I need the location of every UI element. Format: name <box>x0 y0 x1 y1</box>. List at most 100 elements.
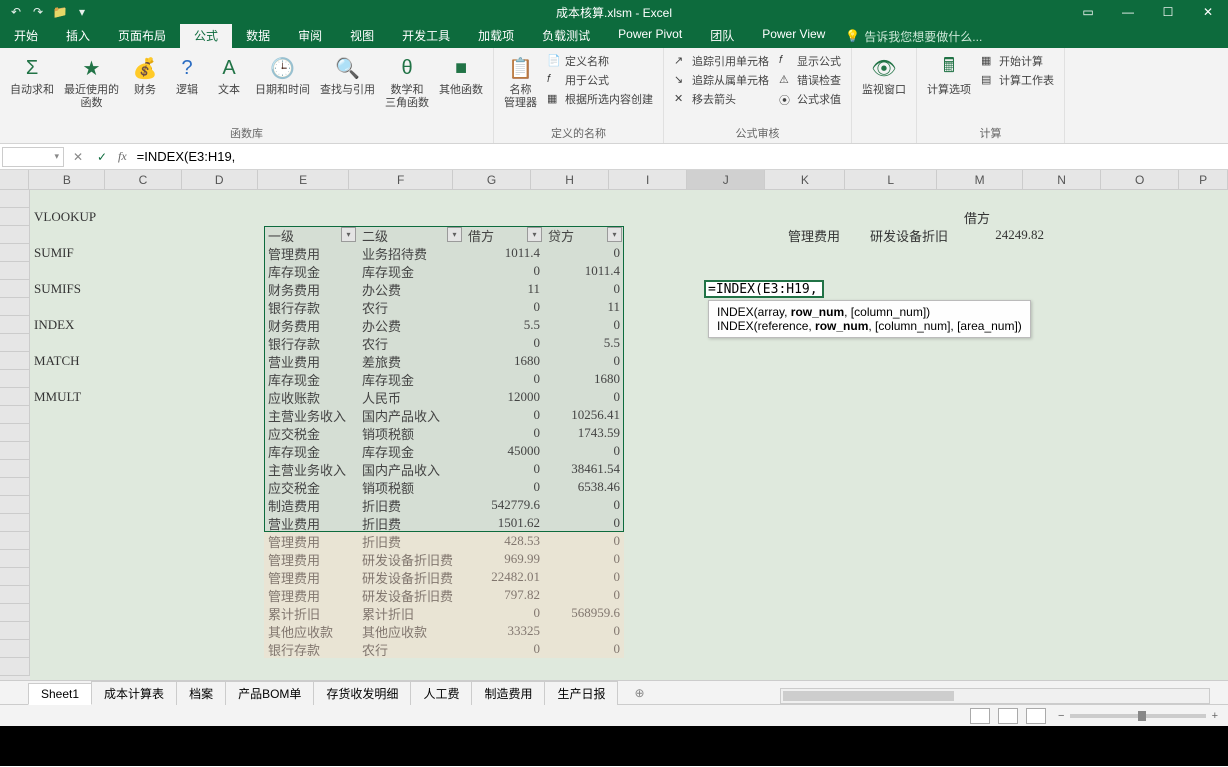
cell[interactable]: 0 <box>464 478 544 496</box>
sheet-tab[interactable]: 制造费用 <box>471 681 545 705</box>
cell[interactable]: 研发设备折旧费 <box>358 550 464 568</box>
cell[interactable]: 研发设备折旧 <box>866 226 960 244</box>
cell[interactable]: 11 <box>464 280 544 298</box>
logical-button[interactable]: ?逻辑 <box>167 52 207 99</box>
cell[interactable]: 33325 <box>464 622 544 640</box>
text-button[interactable]: A文本 <box>209 52 249 99</box>
column-header[interactable]: P <box>1179 170 1228 189</box>
calc-sheet-button[interactable]: ▤计算工作表 <box>977 71 1058 89</box>
cell[interactable]: 应收账款 <box>264 388 358 406</box>
close-button[interactable]: ✕ <box>1188 0 1228 24</box>
column-header[interactable]: O <box>1101 170 1179 189</box>
cell[interactable]: 0 <box>544 280 624 298</box>
cell[interactable]: 0 <box>544 586 624 604</box>
cell[interactable]: 0 <box>464 298 544 316</box>
cell[interactable]: 0 <box>544 316 624 334</box>
cell[interactable]: 1501.62 <box>464 514 544 532</box>
column-header[interactable]: N <box>1023 170 1101 189</box>
cell[interactable]: 0 <box>544 244 624 262</box>
cell[interactable]: 人民币 <box>358 388 464 406</box>
trace-dependents-button[interactable]: ↘追踪从属单元格 <box>670 71 773 89</box>
maximize-button[interactable]: ☐ <box>1148 0 1188 24</box>
add-sheet-button[interactable]: ⊕ <box>627 681 651 705</box>
cell[interactable]: 6538.46 <box>544 478 624 496</box>
tell-me-search[interactable]: 💡告诉我您想要做什么... <box>845 24 982 48</box>
cell[interactable]: 销项税额 <box>358 478 464 496</box>
autosum-button[interactable]: Σ自动求和 <box>6 52 58 99</box>
ribbon-tab[interactable]: 团队 <box>696 24 748 48</box>
column-header[interactable]: C <box>105 170 181 189</box>
row-header[interactable] <box>0 190 30 208</box>
create-from-selection-button[interactable]: ▦根据所选内容创建 <box>543 90 657 108</box>
cells-area[interactable]: VLOOKUPSUMIFSUMIFSINDEXMATCHMMULT管理费用研发设… <box>30 190 1228 680</box>
cell[interactable]: 45000 <box>464 442 544 460</box>
cell[interactable]: 农行 <box>358 640 464 658</box>
error-check-button[interactable]: ⚠错误检查 <box>775 71 845 89</box>
cell[interactable]: 0 <box>544 640 624 658</box>
cell[interactable]: 国内产品收入 <box>358 406 464 424</box>
row-header[interactable] <box>0 370 30 388</box>
cell[interactable]: 累计折旧 <box>358 604 464 622</box>
cell[interactable]: 0 <box>544 352 624 370</box>
cell[interactable]: 研发设备折旧费 <box>358 568 464 586</box>
column-header[interactable]: L <box>845 170 937 189</box>
cell[interactable]: 借方 <box>960 208 1048 226</box>
cell[interactable]: 主营业务收入 <box>264 460 358 478</box>
cell[interactable]: 0 <box>544 496 624 514</box>
cell[interactable]: 568959.6 <box>544 604 624 622</box>
cell[interactable]: 38461.54 <box>544 460 624 478</box>
editing-cell[interactable]: =INDEX(E3:H19, <box>704 280 824 298</box>
cell[interactable]: 1011.4 <box>464 244 544 262</box>
cell[interactable]: 5.5 <box>544 334 624 352</box>
show-formulas-button[interactable]: 𝑓显示公式 <box>775 52 845 70</box>
more-functions-button[interactable]: ■其他函数 <box>435 52 487 99</box>
cell[interactable]: MATCH <box>30 352 108 370</box>
sheet-tab[interactable]: 存货收发明细 <box>313 681 411 705</box>
cell[interactable]: INDEX <box>30 316 108 334</box>
ribbon-tab[interactable]: 数据 <box>232 24 284 48</box>
ribbon-tab[interactable]: 插入 <box>52 24 104 48</box>
cell[interactable]: 办公费 <box>358 280 464 298</box>
cell[interactable]: 银行存款 <box>264 334 358 352</box>
cell[interactable]: 农行 <box>358 334 464 352</box>
cell[interactable]: 管理费用 <box>264 532 358 550</box>
cell[interactable]: 库存现金 <box>358 262 464 280</box>
sheet-tab[interactable]: 人工费 <box>410 681 472 705</box>
column-header[interactable]: E <box>258 170 350 189</box>
column-header[interactable]: H <box>531 170 609 189</box>
redo-icon[interactable]: ↷ <box>30 4 46 20</box>
cell[interactable]: 管理费用 <box>264 586 358 604</box>
row-header[interactable] <box>0 658 30 676</box>
cell[interactable]: 财务费用 <box>264 280 358 298</box>
cell[interactable]: VLOOKUP <box>30 208 108 226</box>
cell[interactable]: 折旧费 <box>358 514 464 532</box>
cell[interactable]: 库存现金 <box>264 370 358 388</box>
evaluate-formula-button[interactable]: ⦿公式求值 <box>775 90 845 108</box>
cell[interactable]: 1743.59 <box>544 424 624 442</box>
cell[interactable]: 428.53 <box>464 532 544 550</box>
row-header[interactable] <box>0 388 30 406</box>
minimize-button[interactable]: — <box>1108 0 1148 24</box>
cell[interactable]: 管理费用 <box>264 550 358 568</box>
zoom-control[interactable]: − + <box>1058 710 1218 722</box>
cell[interactable]: 国内产品收入 <box>358 460 464 478</box>
row-header[interactable] <box>0 424 30 442</box>
row-header[interactable] <box>0 334 30 352</box>
cell[interactable]: 0 <box>544 550 624 568</box>
cell[interactable]: 0 <box>544 532 624 550</box>
row-header[interactable] <box>0 406 30 424</box>
cell[interactable]: 0 <box>464 424 544 442</box>
column-header[interactable]: M <box>937 170 1023 189</box>
cell[interactable]: 营业费用 <box>264 352 358 370</box>
row-header[interactable] <box>0 208 30 226</box>
sheet-tab[interactable]: 生产日报 <box>544 681 618 705</box>
calc-options-button[interactable]: 🖩计算选项 <box>923 52 975 99</box>
ribbon-options-icon[interactable]: ▭ <box>1068 0 1108 24</box>
cell[interactable]: 制造费用 <box>264 496 358 514</box>
row-header[interactable] <box>0 226 30 244</box>
cell[interactable]: 797.82 <box>464 586 544 604</box>
calc-now-button[interactable]: ▦开始计算 <box>977 52 1058 70</box>
zoom-out-icon[interactable]: − <box>1058 710 1064 722</box>
cell[interactable]: 折旧费 <box>358 496 464 514</box>
cell[interactable]: 销项税额 <box>358 424 464 442</box>
